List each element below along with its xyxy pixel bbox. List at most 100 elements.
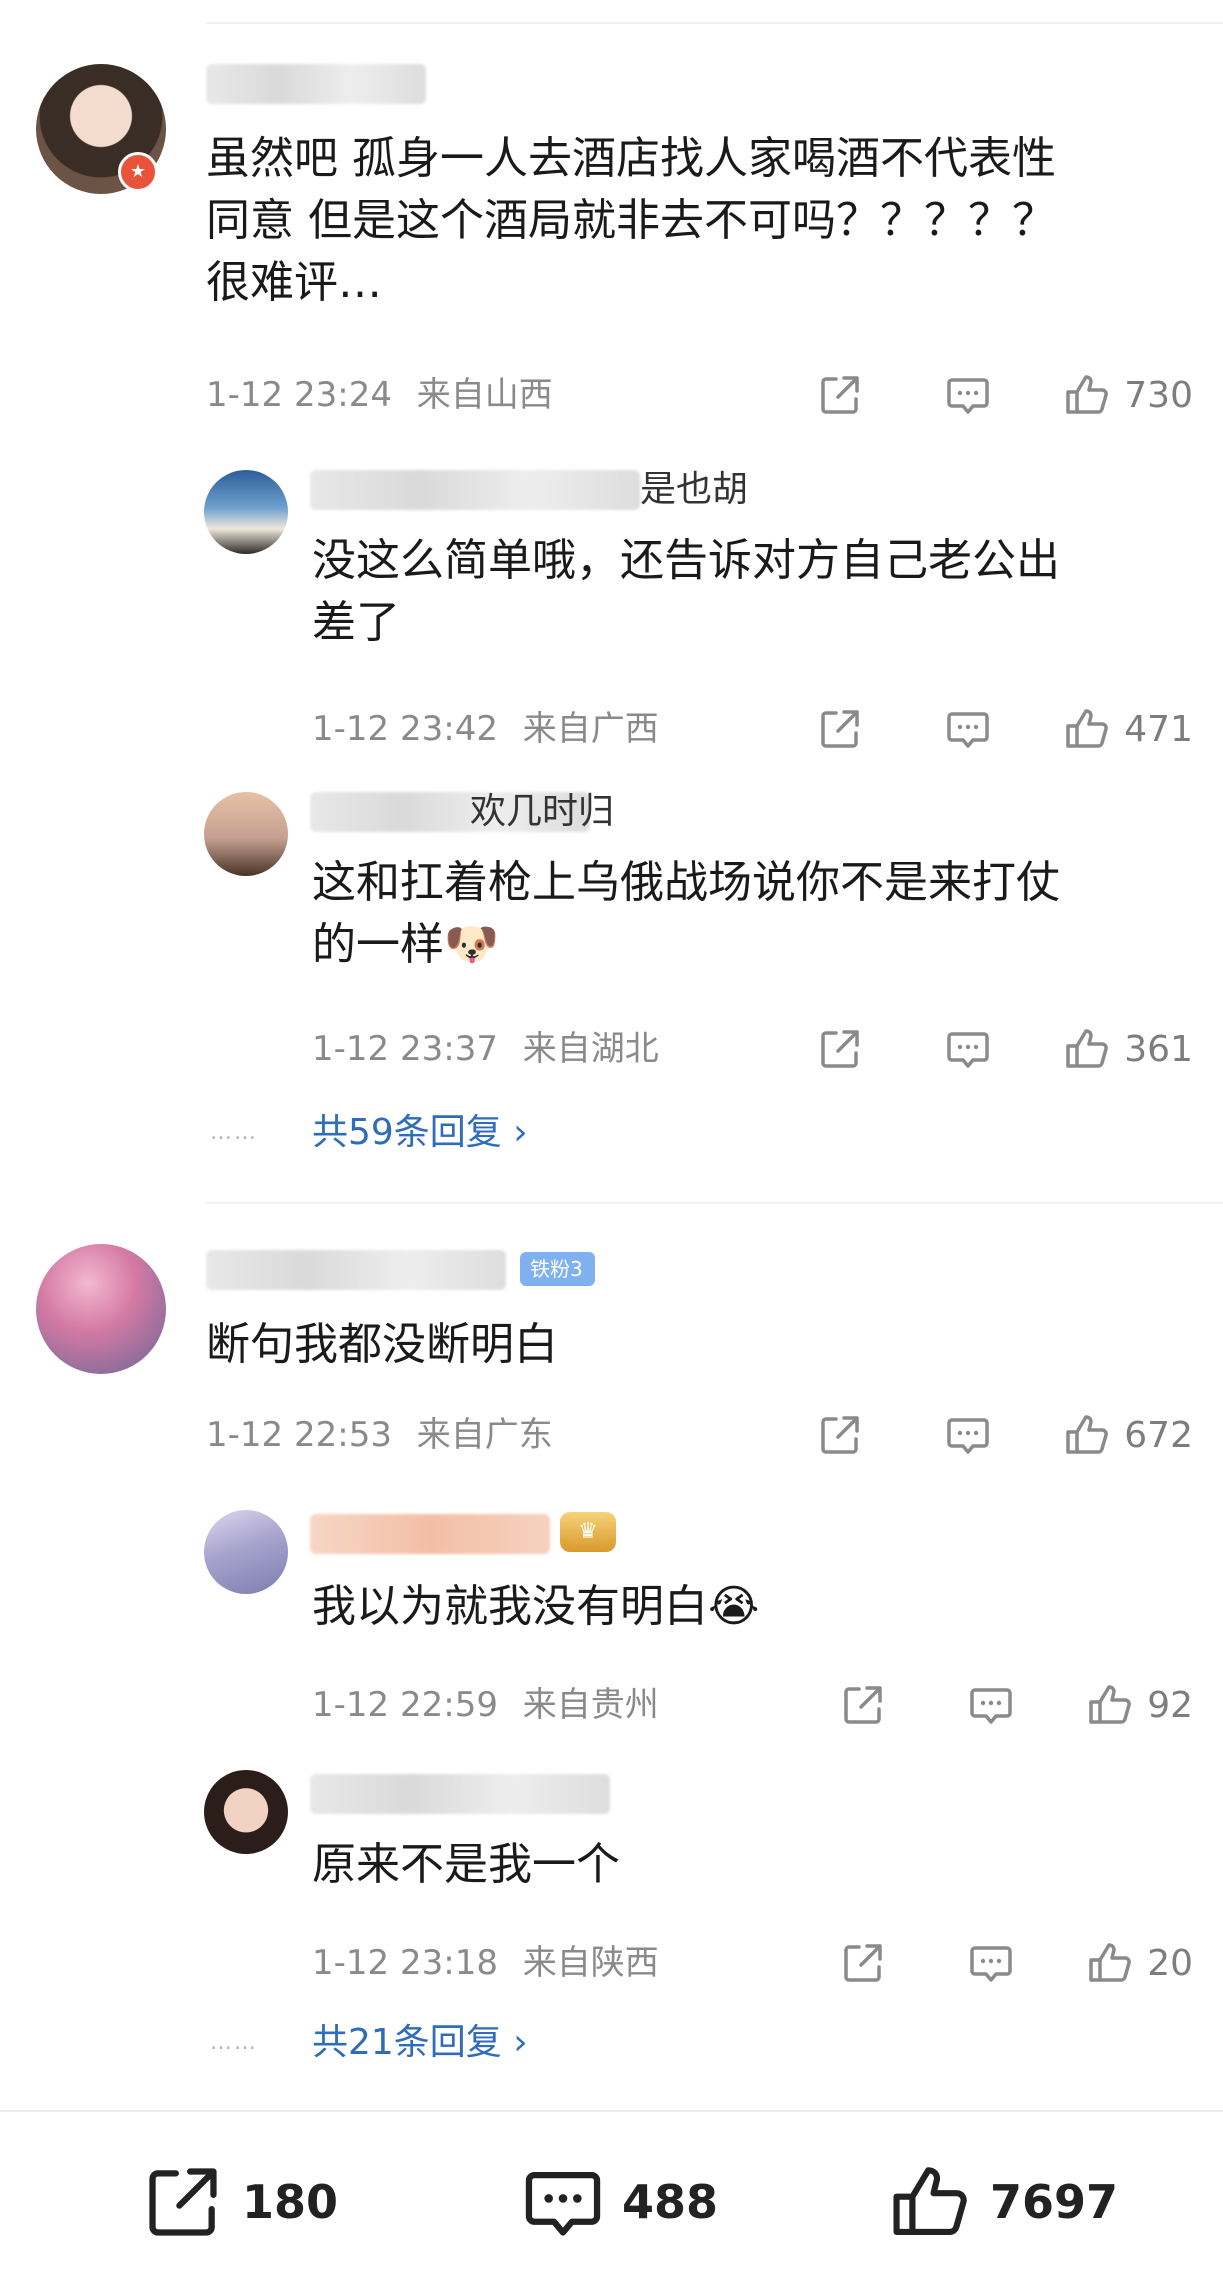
- reply-meta: 1-12 23:42 来自广西: [312, 704, 659, 754]
- username-blurred[interactable]: [310, 470, 640, 510]
- reply-location: 来自广西: [522, 709, 659, 749]
- comment-count: 488: [622, 2175, 719, 2229]
- username-blurred[interactable]: [206, 64, 426, 104]
- comment-icon: [947, 712, 990, 748]
- like-button[interactable]: 92: [1085, 1680, 1193, 1730]
- reply-text: 原来不是我一个: [312, 1839, 620, 1890]
- comment-time: 1-12 22:53: [206, 1415, 392, 1455]
- reply-button[interactable]: [944, 1025, 992, 1073]
- reply-text: 没这么简单哦，还告诉对方自己老公出 差了: [312, 535, 1060, 648]
- avatar[interactable]: [204, 1510, 288, 1594]
- share-icon: [821, 1030, 860, 1068]
- like-button[interactable]: 730: [1062, 370, 1193, 420]
- reply-location: 来自湖北: [522, 1029, 659, 1069]
- comment-actions: 730: [816, 370, 1193, 420]
- like-count: 730: [1124, 374, 1193, 416]
- comment-time: 1-12 23:24: [206, 375, 392, 415]
- bottom-like-button[interactable]: 7697: [886, 2142, 1118, 2262]
- comment-icon: [970, 1688, 1012, 1724]
- reply-time: 1-12 23:18: [312, 1943, 498, 1983]
- share-icon: [844, 1944, 882, 1982]
- like-icon: [893, 2167, 967, 2235]
- avatar[interactable]: [204, 1770, 288, 1854]
- reply-actions: 20: [839, 1938, 1193, 1988]
- like-count: 672: [1124, 1414, 1193, 1456]
- reply-location: 来自贵州: [522, 1685, 659, 1725]
- comment-location: 来自广东: [416, 1415, 553, 1455]
- username-blurred[interactable]: [206, 1250, 506, 1290]
- share-icon: [844, 1686, 882, 1724]
- share-button[interactable]: [816, 1411, 864, 1459]
- bottom-action-bar: 180 488 7697: [0, 2110, 1223, 2292]
- comment-location: 来自山西: [416, 375, 553, 415]
- username-blurred[interactable]: [310, 1514, 550, 1554]
- bottom-comment-button[interactable]: 488: [520, 2142, 718, 2262]
- share-icon: [149, 2168, 217, 2236]
- comment-icon: [947, 378, 990, 414]
- like-count: 471: [1124, 708, 1193, 750]
- reply-actions: 471: [816, 704, 1193, 754]
- reply-button[interactable]: [967, 1681, 1015, 1729]
- more-replies-link[interactable]: 共59条回复 ›: [312, 1108, 528, 1158]
- like-button[interactable]: 471: [1062, 704, 1193, 754]
- reply-meta: 1-12 22:59 来自贵州: [312, 1680, 659, 1730]
- reply-meta: 1-12 23:37 来自湖北: [312, 1024, 659, 1074]
- share-button[interactable]: [839, 1939, 887, 1987]
- comment-icon: [947, 1032, 990, 1068]
- comment-1: ★ 虽然吧 孤身一人去酒店找人家喝酒不代表性 同意 但是这个酒局就非去不可吗？？…: [0, 0, 1223, 1180]
- reply-button[interactable]: [944, 1411, 992, 1459]
- share-button[interactable]: [816, 705, 864, 753]
- reply-location: 来自陕西: [522, 1943, 659, 1983]
- comment-meta: 1-12 23:24 来自山西: [206, 370, 553, 420]
- reply-time: 1-12 22:59: [312, 1685, 498, 1725]
- comment-divider: [206, 1202, 1223, 1204]
- like-icon: [1066, 375, 1109, 414]
- like-count: 361: [1124, 1028, 1193, 1070]
- like-count: 92: [1147, 1684, 1193, 1726]
- more-replies-dots: ……: [210, 1120, 258, 1145]
- reply-meta: 1-12 23:18 来自陕西: [312, 1938, 659, 1988]
- reply-button[interactable]: [944, 705, 992, 753]
- more-replies-link[interactable]: 共21条回复 ›: [312, 2018, 528, 2068]
- reply-text: 我以为就我没有明白😭: [312, 1581, 760, 1632]
- avatar[interactable]: [204, 792, 288, 876]
- share-button[interactable]: [839, 1681, 887, 1729]
- avatar[interactable]: [204, 470, 288, 554]
- like-icon: [1066, 1415, 1109, 1454]
- verified-badge-icon: ★: [118, 152, 158, 192]
- username-suffix[interactable]: 欢几时归: [470, 792, 614, 832]
- reply-button[interactable]: [944, 371, 992, 419]
- comment-icon: [525, 2171, 601, 2236]
- share-icon: [821, 1416, 860, 1454]
- more-replies-dots: ……: [210, 2030, 258, 2055]
- reply-button[interactable]: [967, 1939, 1015, 1987]
- reply-actions: 92: [839, 1680, 1193, 1730]
- share-button[interactable]: [816, 371, 864, 419]
- avatar[interactable]: [36, 1244, 166, 1374]
- username-suffix[interactable]: 是也胡: [640, 470, 748, 510]
- reply-actions: 361: [816, 1024, 1193, 1074]
- share-icon: [821, 376, 860, 414]
- like-icon: [1066, 1029, 1109, 1068]
- like-button[interactable]: 361: [1062, 1024, 1193, 1074]
- comment-icon: [947, 1418, 990, 1454]
- like-count: 7697: [990, 2175, 1119, 2229]
- like-icon: [1089, 1943, 1132, 1982]
- comment-text: 断句我都没断明白: [206, 1319, 558, 1370]
- reply-time: 1-12 23:37: [312, 1029, 498, 1069]
- share-icon: [821, 710, 860, 748]
- like-button[interactable]: 672: [1062, 1410, 1193, 1460]
- comment-meta: 1-12 22:53 来自广东: [206, 1410, 553, 1460]
- bottom-share-button[interactable]: 180: [140, 2142, 338, 2262]
- reply-time: 1-12 23:42: [312, 709, 498, 749]
- share-count: 180: [242, 2175, 339, 2229]
- share-button[interactable]: [816, 1025, 864, 1073]
- comment-actions: 672: [816, 1410, 1193, 1460]
- like-button[interactable]: 20: [1085, 1938, 1193, 1988]
- like-count: 20: [1147, 1942, 1193, 1984]
- comment-text: 虽然吧 孤身一人去酒店找人家喝酒不代表性 同意 但是这个酒局就非去不可吗？？？？…: [206, 133, 1056, 308]
- username-blurred[interactable]: [310, 1774, 610, 1814]
- crown-badge-icon: ♛: [560, 1512, 616, 1552]
- fan-badge[interactable]: 铁粉3: [520, 1252, 595, 1286]
- reply-text: 这和扛着枪上乌俄战场说你不是来打仗 的一样🐶: [312, 857, 1060, 970]
